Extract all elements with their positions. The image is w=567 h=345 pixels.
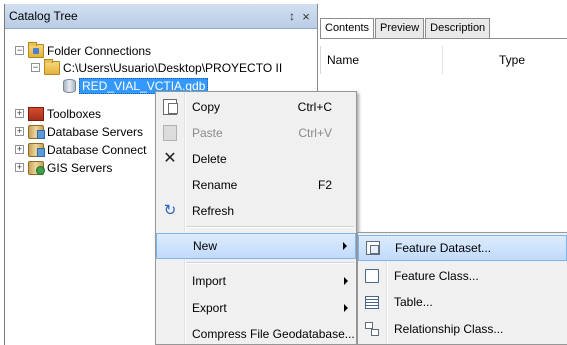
menu-separator [186,262,354,264]
menu-item-label: Delete [192,152,227,166]
folder-icon [44,58,60,75]
tree-item-database-connections[interactable]: + Database Connect [15,141,146,158]
paste-icon [163,125,177,141]
tree-item-label: Database Servers [47,124,144,139]
menu-item-label: Feature Dataset... [395,241,492,255]
copy-icon [163,99,178,115]
menu-item-label: Export [192,301,227,315]
menu-item-shortcut: Ctrl+V [298,126,332,140]
menu-item-paste[interactable]: Paste Ctrl+V [156,120,356,146]
tab-divider [320,38,567,39]
tree-item-label: Database Connect [47,142,147,157]
feature-dataset-icon [366,241,380,255]
column-name-header[interactable]: Name [320,46,442,74]
toolbox-icon [28,106,44,121]
menu-item-label: New [193,239,218,253]
menu-item-import[interactable]: Import [156,268,356,294]
close-icon[interactable]: × [299,9,313,24]
collapse-icon[interactable]: − [15,46,24,55]
geodatabase-icon [63,78,76,93]
tree-item-label: Folder Connections [47,43,152,58]
menu-item-rename[interactable]: Rename F2 [156,172,356,198]
menu-item-label: Copy [192,100,221,114]
expand-icon[interactable]: + [15,163,24,172]
submenu-arrow-icon [344,277,348,285]
menu-item-label: Feature Class... [394,269,479,283]
gis-servers-icon [28,160,45,175]
menu-item-copy[interactable]: Copy Ctrl+C [156,94,356,120]
menu-item-feature-class[interactable]: Feature Class... [358,263,567,289]
menu-item-delete[interactable]: ✕ Delete [156,146,356,172]
menu-item-label: Rename [192,178,238,192]
menu-item-shortcut: F2 [317,178,332,192]
submenu-arrow-icon [343,242,347,250]
context-menu: Copy Ctrl+C Paste Ctrl+V ✕ Delete Rename… [155,91,357,345]
tree-item-gis-servers[interactable]: + GIS Servers [15,159,112,176]
menu-item-compress-file-geodatabase[interactable]: Compress File Geodatabase... [156,321,356,345]
menu-item-table[interactable]: Table... [358,289,567,315]
menu-item-label: Table... [394,295,433,309]
submenu-arrow-icon [344,304,348,312]
database-servers-icon [28,124,45,139]
tab-preview[interactable]: Preview [375,18,425,39]
menu-separator [186,226,354,228]
tree-item-label: GIS Servers [47,160,113,175]
menu-item-relationship-class[interactable]: Relationship Class... [358,316,567,342]
menu-item-label: Paste [192,126,223,140]
tree-item-proyecto-folder[interactable]: − C:\Users\Usuario\Desktop\PROYECTO II [31,58,283,76]
pin-icon[interactable]: ↕ [285,9,299,23]
tab-strip: Contents Preview Description [320,18,491,39]
menu-item-feature-dataset[interactable]: Feature Dataset... [358,235,567,261]
feature-class-icon [365,269,379,283]
menu-item-label: Compress File Geodatabase... [192,327,355,341]
refresh-icon: ↻ [163,202,177,219]
tree-item-toolboxes[interactable]: + Toolboxes [15,105,101,122]
collapse-icon[interactable]: − [31,63,40,72]
table-icon [365,295,379,309]
column-type-header[interactable]: Type [442,46,567,74]
menu-item-label: Refresh [192,204,235,218]
menu-item-label: Relationship Class... [394,322,504,336]
expand-icon[interactable]: + [15,127,24,136]
tab-description[interactable]: Description [425,18,491,39]
menu-item-export[interactable]: Export [156,295,356,321]
expand-icon[interactable]: + [15,145,24,154]
tree-item-label: Toolboxes [47,106,102,121]
menu-item-shortcut: Ctrl+C [297,100,332,114]
column-header: Name Type [320,46,567,74]
expand-icon[interactable]: + [15,109,24,118]
tree-item-database-servers[interactable]: + Database Servers [15,123,143,140]
database-connections-icon [28,142,45,157]
menu-item-label: Import [192,274,227,288]
delete-icon: ✕ [163,150,177,167]
menu-item-refresh[interactable]: ↻ Refresh [156,198,356,224]
folder-connections-icon [28,41,44,58]
relationship-class-icon [365,322,379,336]
new-submenu: Feature Dataset... Feature Class... Tabl… [357,232,567,345]
menu-item-new[interactable]: New [156,233,356,259]
catalog-title: Catalog Tree [9,9,78,23]
tab-contents[interactable]: Contents [320,18,375,39]
tree-item-folder-connections[interactable]: − Folder Connections [15,41,152,59]
tree-item-label: C:\Users\Usuario\Desktop\PROYECTO II [63,60,283,75]
catalog-title-bar: Catalog Tree ↕ × [5,4,317,29]
